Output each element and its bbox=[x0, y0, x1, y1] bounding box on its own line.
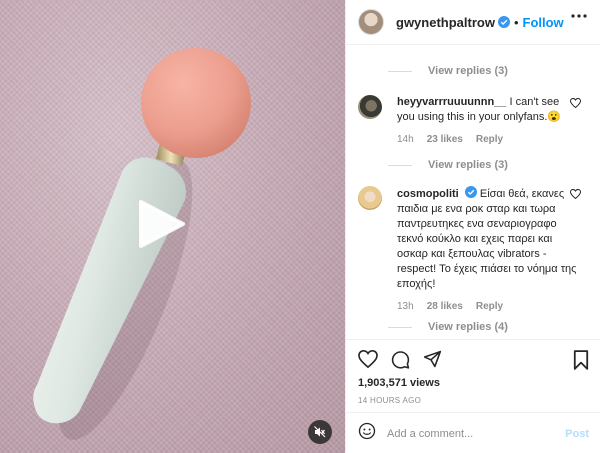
video-player[interactable] bbox=[0, 0, 345, 453]
post-header: gwynethpaltrow • Follow bbox=[346, 0, 600, 45]
share-button[interactable] bbox=[423, 350, 442, 374]
commenter-username[interactable]: heyyvarrruuuunnn__ bbox=[397, 96, 506, 108]
author-avatar[interactable] bbox=[358, 9, 384, 35]
replies-divider bbox=[388, 326, 412, 328]
comment-time: 13h bbox=[397, 301, 414, 312]
emoji-icon bbox=[358, 422, 376, 440]
post-side-panel: gwynethpaltrow • Follow View replies (3)… bbox=[345, 0, 600, 453]
comment-time: 14h bbox=[397, 134, 414, 145]
view-replies-label: View replies (3) bbox=[428, 65, 508, 77]
heart-icon[interactable] bbox=[570, 98, 581, 108]
view-count[interactable]: 1,903,571 views bbox=[358, 377, 440, 389]
comment-meta: 14h 23 likes Reply bbox=[397, 134, 593, 145]
view-replies-button[interactable]: View replies (4) bbox=[388, 321, 508, 333]
comment-button[interactable] bbox=[391, 350, 410, 374]
comment-meta: 13h 28 likes Reply bbox=[397, 301, 593, 312]
add-comment-bar: Post bbox=[346, 412, 600, 453]
view-replies-label: View replies (3) bbox=[428, 159, 508, 171]
emoji-button[interactable] bbox=[358, 422, 376, 445]
commenter-avatar[interactable] bbox=[358, 95, 382, 119]
comment-text-block: cosmopoliti Είσαι θεά, εκανες παιδια με … bbox=[397, 186, 577, 292]
separator-dot: • bbox=[513, 14, 519, 30]
share-icon bbox=[423, 350, 442, 368]
replies-divider bbox=[388, 70, 412, 72]
comments-list: View replies (3) heyyvarrruuuunnn__ I ca… bbox=[346, 46, 600, 339]
reply-button[interactable]: Reply bbox=[476, 134, 503, 145]
follow-button[interactable]: Follow bbox=[523, 15, 564, 30]
comment-likes[interactable]: 23 likes bbox=[427, 134, 463, 145]
play-button[interactable] bbox=[136, 198, 188, 250]
play-icon bbox=[139, 200, 185, 248]
comment-text-block: heyyvarrruuuunnn__ I can't see you using… bbox=[397, 95, 577, 125]
view-replies-button[interactable]: View replies (3) bbox=[388, 159, 508, 171]
commenter-username[interactable]: cosmopoliti bbox=[397, 188, 459, 200]
action-icons-row bbox=[358, 349, 442, 374]
verified-icon bbox=[464, 186, 477, 198]
save-icon bbox=[573, 350, 589, 370]
comment-input[interactable] bbox=[387, 427, 566, 440]
heart-icon bbox=[358, 349, 378, 369]
comment-item: cosmopoliti Είσαι θεά, εκανες παιδια με … bbox=[358, 186, 593, 312]
verified-icon bbox=[497, 16, 510, 28]
mute-icon bbox=[314, 426, 326, 438]
comment-item: heyyvarrruuuunnn__ I can't see you using… bbox=[358, 95, 593, 145]
comment-text: Είσαι θεά, εκανες παιδια με ενα ροκ σταρ… bbox=[397, 188, 577, 290]
comment-likes[interactable]: 28 likes bbox=[427, 301, 463, 312]
like-button[interactable] bbox=[358, 349, 378, 374]
save-button[interactable] bbox=[573, 350, 589, 375]
replies-divider bbox=[388, 164, 412, 166]
more-icon[interactable] bbox=[571, 14, 587, 18]
comment-icon bbox=[391, 351, 410, 369]
view-replies-button[interactable]: View replies (3) bbox=[388, 65, 508, 77]
mute-button[interactable] bbox=[308, 420, 332, 444]
heart-icon[interactable] bbox=[570, 189, 581, 199]
reply-button[interactable]: Reply bbox=[476, 301, 503, 312]
post-timestamp[interactable]: 14 HOURS AGO bbox=[358, 396, 421, 405]
post-button[interactable]: Post bbox=[565, 428, 589, 440]
author-username[interactable]: gwynethpaltrow bbox=[396, 15, 495, 30]
post-actions: 1,903,571 views 14 HOURS AGO Post bbox=[346, 339, 600, 453]
view-replies-label: View replies (4) bbox=[428, 321, 508, 333]
commenter-avatar[interactable] bbox=[358, 186, 382, 210]
